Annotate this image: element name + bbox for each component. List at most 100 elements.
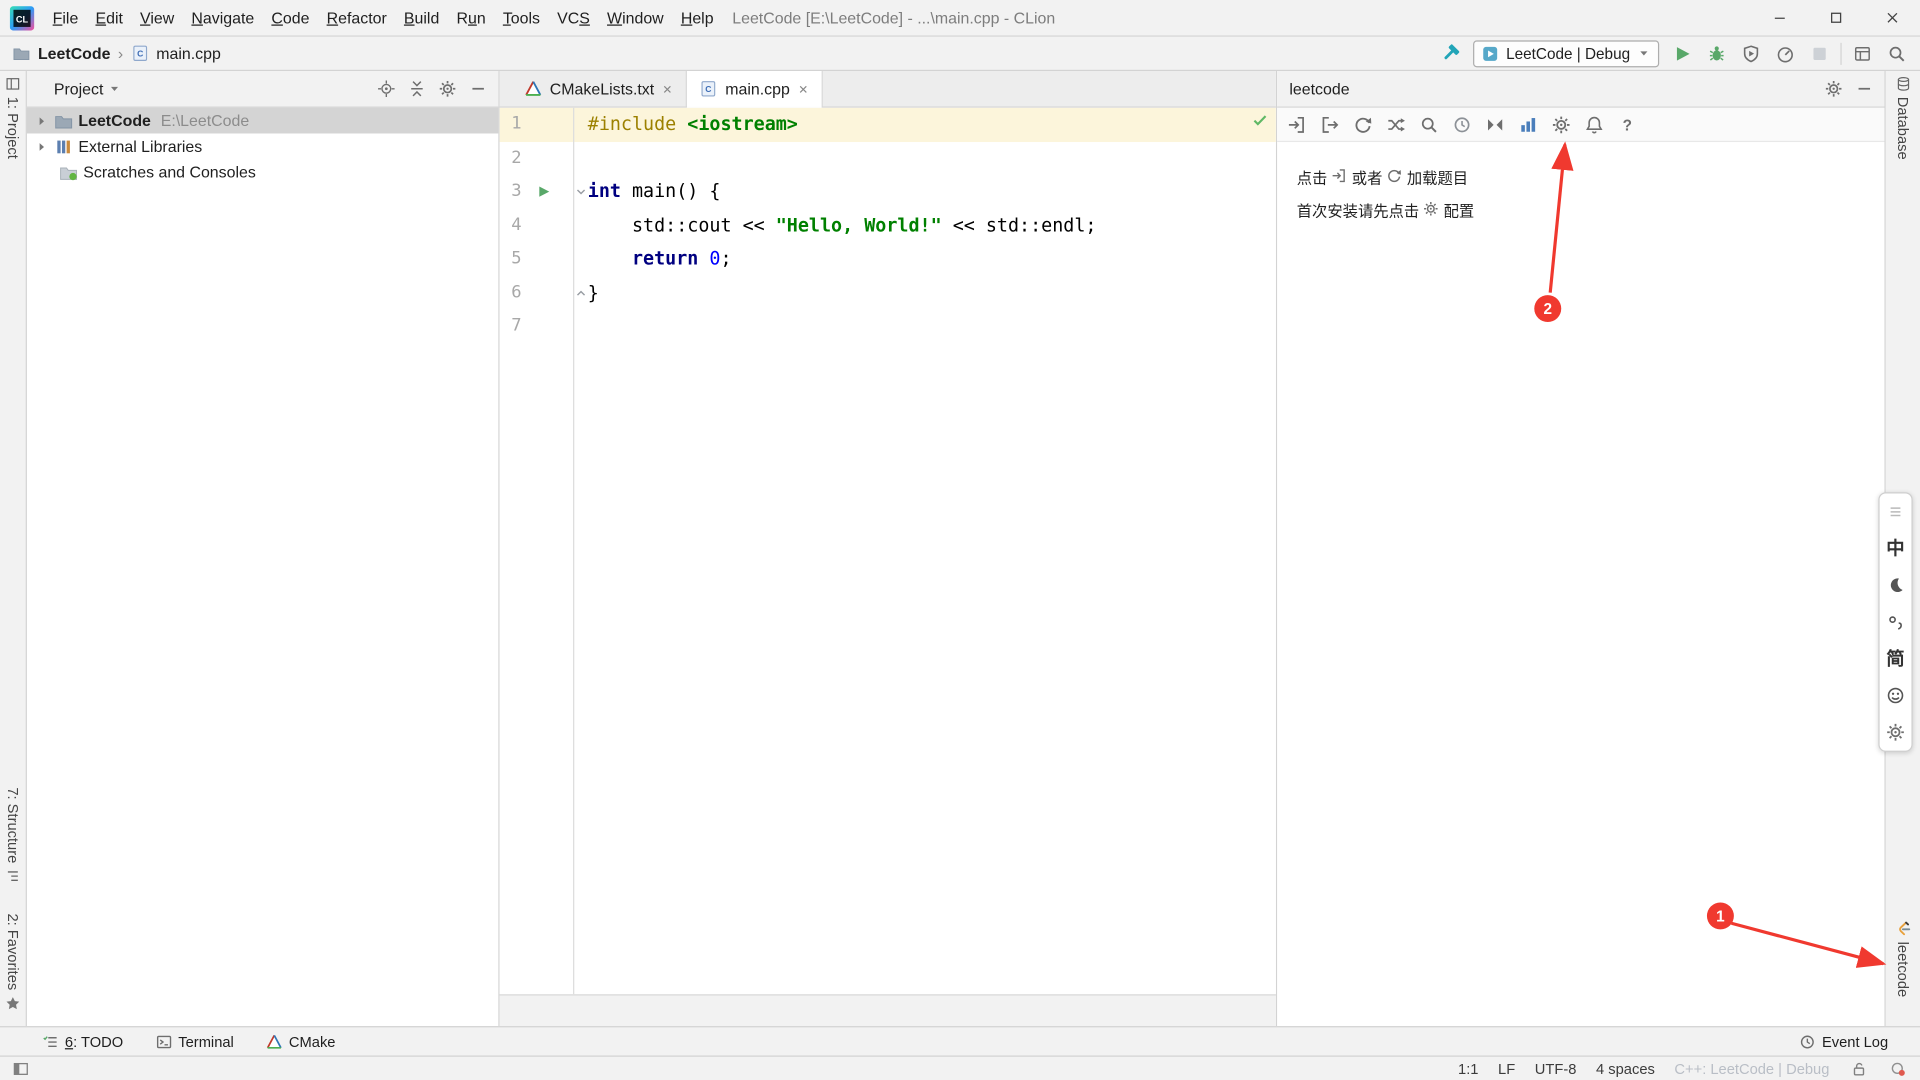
menu-code[interactable]: Code — [263, 0, 318, 36]
unlock-button[interactable] — [1849, 1059, 1869, 1079]
leetcode-search-button[interactable] — [1419, 110, 1439, 139]
tool-button-leetcode[interactable]: leetcode — [1886, 921, 1920, 997]
run-button[interactable] — [1669, 40, 1696, 67]
collapse-all-button[interactable] — [405, 75, 427, 102]
tree-row-leetcode[interactable]: LeetCodeE:\LeetCode — [27, 108, 498, 134]
locate-button[interactable] — [375, 75, 397, 102]
quote-icon[interactable] — [1883, 610, 1907, 634]
restore-layout-button[interactable] — [1849, 40, 1876, 67]
run-toolbar: LeetCode | Debug — [1436, 37, 1910, 70]
minimize-button[interactable] — [1751, 0, 1807, 36]
indicator-button[interactable] — [1888, 1059, 1908, 1079]
run-icon — [1673, 43, 1693, 63]
tab-label: main.cpp — [725, 80, 790, 98]
tool-button-1-project[interactable]: 1: Project — [0, 76, 26, 159]
token: "Hello, World!" — [776, 214, 942, 236]
leetcode-logout-button[interactable] — [1320, 110, 1340, 139]
tool-button-database[interactable]: Database — [1886, 76, 1920, 160]
menu-window[interactable]: Window — [598, 0, 672, 36]
coverage-button[interactable] — [1738, 40, 1765, 67]
gear-button[interactable] — [436, 75, 458, 102]
tool-button-2-favorites[interactable]: 2: Favorites — [0, 913, 26, 1011]
run-config-selector[interactable]: LeetCode | Debug — [1473, 40, 1659, 67]
code-line[interactable]: 5 return 0; — [500, 242, 1276, 276]
fold-down-icon[interactable] — [574, 185, 587, 198]
chevron-right-icon — [34, 139, 49, 154]
profiler-button[interactable] — [1772, 40, 1799, 67]
code-line[interactable]: 2 — [500, 141, 1276, 175]
code-line[interactable]: 7 — [500, 310, 1276, 344]
smiley-icon[interactable] — [1883, 683, 1907, 707]
debug-button[interactable] — [1703, 40, 1730, 67]
leetcode-bell-button[interactable] — [1584, 110, 1604, 139]
leetcode-header-icons — [1822, 75, 1875, 102]
gear-icon[interactable] — [1883, 720, 1907, 744]
project-panel-header: Project — [27, 71, 498, 108]
menu-edit[interactable]: Edit — [87, 0, 132, 36]
tool-button-terminal[interactable]: Terminal — [155, 1033, 234, 1050]
editor-tab-cmakelists-txt[interactable]: CMakeLists.txt — [512, 71, 687, 107]
close-button[interactable] — [1864, 0, 1920, 36]
tool-button-7-structure[interactable]: 7: Structure — [0, 787, 26, 884]
tool-window-switcher-button[interactable] — [10, 1059, 32, 1079]
leetcode-clock-button[interactable] — [1452, 110, 1472, 139]
tool-button-label: 6: TODO — [65, 1033, 123, 1050]
menu-view[interactable]: View — [131, 0, 182, 36]
menu-build[interactable]: Build — [395, 0, 448, 36]
project-panel-title[interactable]: Project — [37, 80, 104, 98]
menu-tools[interactable]: Tools — [494, 0, 548, 36]
translate-chinese-icon[interactable]: 中 — [1883, 536, 1907, 560]
code-line[interactable]: 3int main() { — [500, 175, 1276, 209]
line-separator-widget[interactable]: LF — [1498, 1060, 1515, 1077]
editor-tab-main-cpp[interactable]: Cmain.cpp — [687, 71, 823, 107]
menu-file[interactable]: File — [44, 0, 87, 36]
leetcode-help-button[interactable]: ? — [1618, 110, 1638, 139]
moon-icon[interactable] — [1883, 573, 1907, 597]
caret-position-widget[interactable]: 1:1 — [1458, 1060, 1478, 1077]
stop-button[interactable] — [1806, 40, 1833, 67]
hide-panel-button[interactable] — [467, 75, 489, 102]
event-log-button[interactable]: Event Log — [1799, 1027, 1888, 1055]
leetcode-gear-button[interactable] — [1551, 110, 1571, 139]
leetcode-refresh-button[interactable] — [1353, 110, 1373, 139]
encoding-widget[interactable]: UTF-8 — [1535, 1060, 1577, 1077]
inspections-ok-icon[interactable] — [1251, 111, 1268, 128]
code-line[interactable]: 4 std::cout << "Hello, World!" << std::e… — [500, 209, 1276, 243]
menu-refactor[interactable]: Refactor — [318, 0, 395, 36]
run-config-label: LeetCode | Debug — [1506, 45, 1630, 62]
menu-navigate[interactable]: Navigate — [183, 0, 263, 36]
leetcode-collapse-button[interactable] — [1485, 110, 1505, 139]
editor-pane: CMakeLists.txtCmain.cpp 1#include <iostr… — [500, 71, 1278, 1026]
fold-up-icon[interactable] — [574, 286, 587, 299]
leetcode-chart-button[interactable] — [1518, 110, 1538, 139]
search-everywhere-button[interactable] — [1883, 40, 1910, 67]
hide-panel-button[interactable] — [1853, 75, 1875, 102]
breadcrumb-file[interactable]: main.cpp — [156, 44, 221, 62]
run-line-icon[interactable] — [536, 184, 552, 200]
leetcode-shuffle-button[interactable] — [1386, 110, 1406, 139]
leetcode-login-button[interactable] — [1287, 110, 1307, 139]
tree-row-external-libraries[interactable]: External Libraries — [27, 133, 498, 159]
drag-handle-icon[interactable] — [1883, 500, 1907, 524]
code-line[interactable]: 1#include <iostream> — [500, 108, 1276, 142]
build-button[interactable] — [1436, 40, 1463, 67]
menu-help[interactable]: Help — [672, 0, 722, 36]
menu-vcs[interactable]: VCS — [549, 0, 599, 36]
breadcrumb-project[interactable]: LeetCode — [38, 44, 111, 62]
tool-button-6-todo[interactable]: 6: TODO — [42, 1033, 124, 1050]
code-line[interactable]: 6} — [500, 276, 1276, 310]
close-tab-icon[interactable] — [797, 83, 809, 95]
hint-text: 加载题目 — [1403, 170, 1468, 187]
tree-row-scratches-and-consoles[interactable]: Scratches and Consoles — [27, 159, 498, 185]
indent-widget[interactable]: 4 spaces — [1596, 1060, 1655, 1077]
menu-run[interactable]: Run — [448, 0, 494, 36]
project-tab-icon — [5, 76, 21, 92]
maximize-button[interactable] — [1807, 0, 1863, 36]
editor-body[interactable]: 1#include <iostream>23int main() {4 std:… — [500, 108, 1276, 995]
build-hammer-icon — [1439, 43, 1460, 64]
gear-button[interactable] — [1822, 75, 1844, 102]
simplified-chinese-icon[interactable]: 简 — [1883, 647, 1907, 671]
close-tab-icon[interactable] — [662, 83, 674, 95]
chevron-down-icon[interactable] — [108, 82, 121, 95]
tool-button-cmake[interactable]: CMake — [266, 1033, 336, 1050]
